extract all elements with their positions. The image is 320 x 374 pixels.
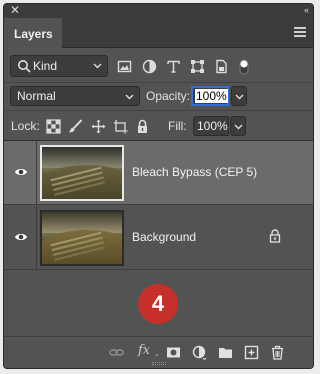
panel-menu-icon[interactable] bbox=[294, 27, 306, 37]
filter-row: Kind bbox=[4, 52, 313, 82]
layer-thumbnail[interactable] bbox=[40, 145, 124, 201]
lock-image-pixels-icon[interactable] bbox=[68, 119, 83, 134]
lock-icon[interactable] bbox=[269, 229, 281, 243]
filter-kind-value: Kind bbox=[33, 59, 58, 73]
fill-label: Fill: bbox=[168, 119, 187, 133]
layers-panel: ✕ ‹‹ Layers Kind Normal Opacity: 100% Lo… bbox=[3, 3, 314, 369]
blend-mode-select[interactable]: Normal bbox=[10, 86, 140, 106]
chevron-down-icon bbox=[234, 124, 243, 130]
layer-name[interactable]: Background bbox=[132, 230, 196, 244]
blend-mode-value: Normal bbox=[17, 89, 56, 103]
fx-chevron-icon: ⌄ bbox=[154, 351, 160, 358]
fill-dropdown[interactable] bbox=[230, 116, 246, 136]
adjustment-filter-icon[interactable] bbox=[142, 59, 157, 74]
lock-row: Lock: Fill: 100% bbox=[4, 110, 313, 140]
layers-list: Bleach Bypass (CEP 5) Background 4 bbox=[4, 140, 313, 336]
add-mask-icon[interactable] bbox=[166, 345, 181, 360]
lock-position-icon[interactable] bbox=[91, 119, 106, 134]
opacity-label: Opacity: bbox=[146, 89, 191, 103]
new-adjustment-layer-icon[interactable] bbox=[192, 345, 207, 361]
panel-titlebar: ✕ ‹‹ bbox=[4, 4, 313, 18]
layer-thumbnail[interactable] bbox=[40, 210, 124, 266]
type-filter-icon[interactable] bbox=[166, 59, 181, 74]
link-layers-icon[interactable] bbox=[109, 345, 124, 360]
layers-bottom-bar: fx ⌄ bbox=[4, 336, 313, 366]
eye-icon[interactable] bbox=[14, 167, 28, 177]
search-icon bbox=[18, 60, 31, 73]
layer-row-bleach-bypass[interactable]: Bleach Bypass (CEP 5) bbox=[4, 141, 313, 205]
visibility-column bbox=[4, 141, 37, 204]
collapse-icon[interactable]: ‹‹ bbox=[304, 4, 309, 17]
new-group-icon[interactable] bbox=[218, 345, 233, 360]
resize-grip[interactable] bbox=[152, 362, 166, 365]
filter-kind-select[interactable]: Kind bbox=[10, 55, 108, 77]
fill-input[interactable]: 100% bbox=[193, 116, 229, 136]
panel-tabbar: Layers bbox=[4, 18, 313, 49]
visibility-column bbox=[4, 206, 37, 269]
fill-value: 100% bbox=[197, 119, 228, 133]
eye-icon[interactable] bbox=[14, 232, 28, 242]
tab-layers[interactable]: Layers bbox=[4, 18, 62, 49]
layer-row-background[interactable]: Background bbox=[4, 206, 313, 270]
image-filter-icon[interactable] bbox=[117, 59, 132, 74]
delete-layer-icon[interactable] bbox=[270, 345, 285, 360]
chevron-down-icon bbox=[93, 63, 102, 69]
close-icon[interactable]: ✕ bbox=[10, 4, 20, 17]
fx-icon[interactable]: fx bbox=[138, 343, 150, 358]
lock-label: Lock: bbox=[11, 119, 40, 133]
annotation-badge: 4 bbox=[138, 284, 178, 324]
new-layer-icon[interactable] bbox=[244, 345, 259, 360]
blend-row: Normal Opacity: 100% bbox=[4, 82, 313, 110]
smart-object-filter-icon[interactable] bbox=[214, 59, 229, 74]
opacity-value: 100% bbox=[195, 89, 228, 103]
layer-name[interactable]: Bleach Bypass (CEP 5) bbox=[132, 165, 257, 179]
chevron-down-icon bbox=[125, 94, 134, 100]
lock-transparent-pixels-icon[interactable] bbox=[46, 119, 61, 134]
opacity-dropdown[interactable] bbox=[231, 86, 247, 106]
shape-filter-icon[interactable] bbox=[190, 59, 205, 74]
chevron-down-icon bbox=[235, 94, 244, 100]
opacity-input[interactable]: 100% bbox=[191, 86, 229, 106]
lock-all-icon[interactable] bbox=[135, 119, 150, 134]
lock-artboard-icon[interactable] bbox=[113, 119, 128, 134]
filter-toggle-icon[interactable] bbox=[239, 59, 249, 75]
